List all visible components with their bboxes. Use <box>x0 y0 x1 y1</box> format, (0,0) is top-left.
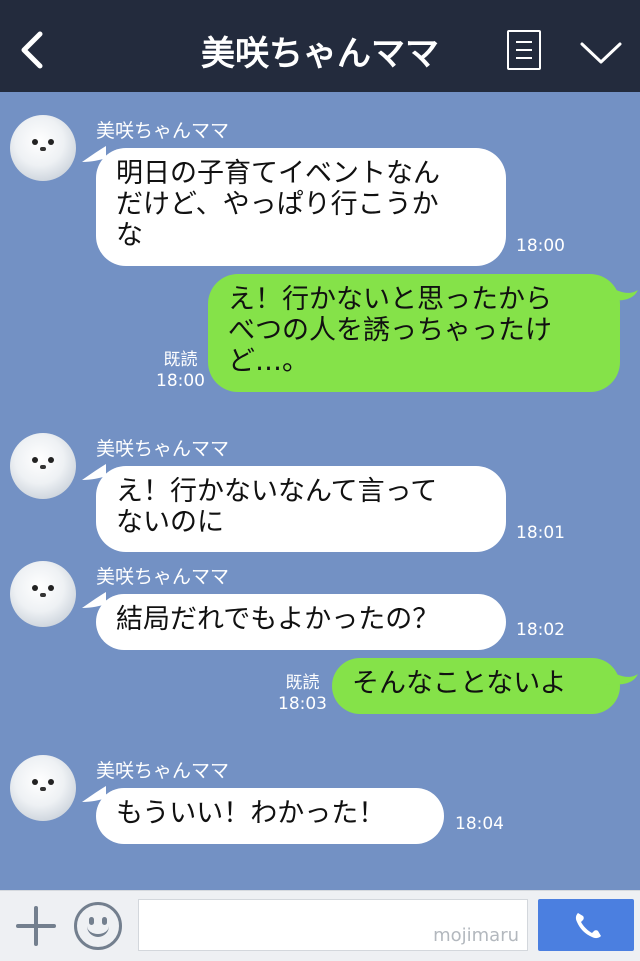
message-bubble[interactable]: え！行かないなんて言って ないのに <box>96 466 506 552</box>
avatar[interactable] <box>10 561 76 627</box>
sender-name: 美咲ちゃんママ <box>96 566 230 588</box>
message-bubble[interactable]: 結局だれでもよかったの？ <box>96 594 506 650</box>
read-receipt: 既読 18:00 <box>156 350 205 392</box>
watermark: mojimaru <box>433 925 519 946</box>
read-label: 既読 <box>285 673 320 693</box>
avatar[interactable] <box>10 115 76 181</box>
menu-list-icon[interactable] <box>507 30 541 70</box>
sender-name: 美咲ちゃんママ <box>96 438 230 460</box>
message-time: 18:01 <box>516 523 565 543</box>
read-label: 既読 <box>163 350 198 370</box>
chat-header: 美咲ちゃんママ <box>0 0 640 92</box>
sender-name: 美咲ちゃんママ <box>96 120 230 142</box>
message-text: え！行かないなんて言って ないのに <box>116 476 438 538</box>
message-time: 18:02 <box>516 620 565 640</box>
message-time: 18:00 <box>516 236 565 256</box>
message-text: 結局だれでもよかったの？ <box>116 604 440 635</box>
smiley-icon[interactable] <box>74 902 122 950</box>
input-bar: mojimaru <box>0 890 640 961</box>
message-time: 18:00 <box>156 371 205 391</box>
message-bubble[interactable]: え！行かないと思ったから べつの人を誘っちゃったけ ど…。 <box>208 274 620 392</box>
plus-icon[interactable] <box>14 904 58 948</box>
message-text: え！行かないと思ったから べつの人を誘っちゃったけ ど…。 <box>228 284 552 377</box>
avatar[interactable] <box>10 755 76 821</box>
read-receipt: 既読 18:03 <box>278 673 327 715</box>
phone-icon[interactable] <box>538 899 634 951</box>
message-text: 明日の子育てイベントなん だけど、やっぱり行こうか な <box>116 158 440 251</box>
chat-title: 美咲ちゃんママ <box>201 34 439 74</box>
message-text: もういい！わかった！ <box>116 798 386 829</box>
message-bubble[interactable]: 明日の子育てイベントなん だけど、やっぱり行こうか な <box>96 148 506 266</box>
message-input[interactable]: mojimaru <box>138 899 528 951</box>
avatar[interactable] <box>10 433 76 499</box>
chat-area[interactable]: 美咲ちゃんママ 明日の子育てイベントなん だけど、やっぱり行こうか な 18:0… <box>0 92 640 890</box>
chevron-left-icon[interactable] <box>14 28 50 72</box>
message-bubble[interactable]: もういい！わかった！ <box>96 788 444 844</box>
message-time: 18:03 <box>278 694 327 714</box>
sender-name: 美咲ちゃんママ <box>96 760 230 782</box>
message-bubble[interactable]: そんなことないよ <box>332 658 620 714</box>
message-time: 18:04 <box>455 814 504 834</box>
chevron-down-icon[interactable] <box>578 38 624 68</box>
message-text: そんなことないよ <box>352 668 567 699</box>
